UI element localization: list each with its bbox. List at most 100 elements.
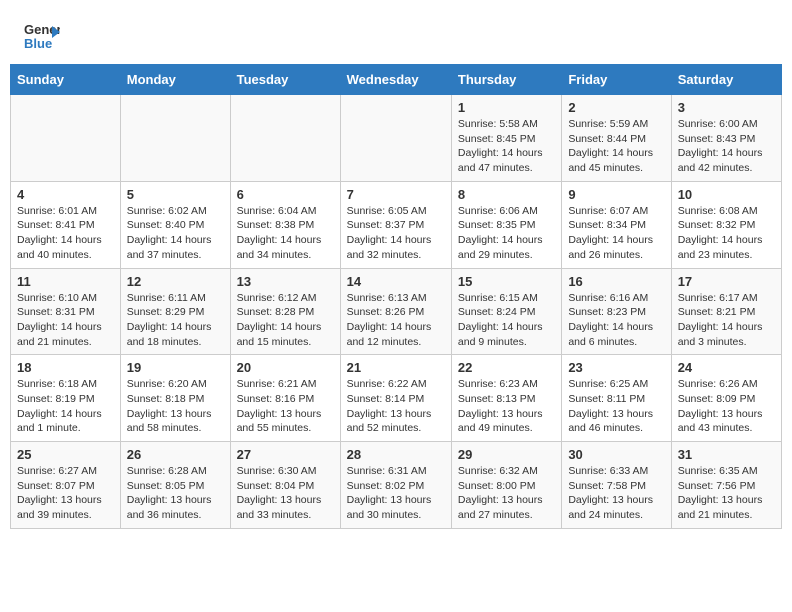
calendar-cell: 13 Sunrise: 6:12 AM Sunset: 8:28 PM Dayli… (230, 268, 340, 355)
calendar-cell: 21 Sunrise: 6:22 AM Sunset: 8:14 PM Dayli… (340, 355, 451, 442)
week-row-5: 25 Sunrise: 6:27 AM Sunset: 8:07 PM Dayli… (11, 442, 782, 529)
week-row-2: 4 Sunrise: 6:01 AM Sunset: 8:41 PM Daylig… (11, 181, 782, 268)
day-number: 7 (347, 187, 445, 202)
day-info: Sunrise: 6:11 AM Sunset: 8:29 PM Dayligh… (127, 291, 224, 350)
calendar-cell: 4 Sunrise: 6:01 AM Sunset: 8:41 PM Daylig… (11, 181, 121, 268)
calendar-cell: 14 Sunrise: 6:13 AM Sunset: 8:26 PM Dayli… (340, 268, 451, 355)
day-number: 12 (127, 274, 224, 289)
day-number: 5 (127, 187, 224, 202)
day-number: 1 (458, 100, 555, 115)
day-info: Sunrise: 5:58 AM Sunset: 8:45 PM Dayligh… (458, 117, 555, 176)
calendar-cell: 29 Sunrise: 6:32 AM Sunset: 8:00 PM Dayli… (451, 442, 561, 529)
calendar-cell: 8Sunrise: 6:06 AM Sunset: 8:35 PM Daylig… (451, 181, 561, 268)
day-number: 21 (347, 360, 445, 375)
day-info: Sunrise: 6:12 AM Sunset: 8:28 PM Dayligh… (237, 291, 334, 350)
day-number: 24 (678, 360, 775, 375)
day-header-friday: Friday (562, 65, 671, 95)
day-info: Sunrise: 6:15 AM Sunset: 8:24 PM Dayligh… (458, 291, 555, 350)
day-number: 2 (568, 100, 664, 115)
logo-icon: General Blue (24, 18, 60, 54)
week-row-3: 11 Sunrise: 6:10 AM Sunset: 8:31 PM Dayli… (11, 268, 782, 355)
calendar-cell: 5 Sunrise: 6:02 AM Sunset: 8:40 PM Daylig… (120, 181, 230, 268)
calendar-cell: 28Sunrise: 6:31 AM Sunset: 8:02 PM Dayli… (340, 442, 451, 529)
day-number: 14 (347, 274, 445, 289)
day-header-saturday: Saturday (671, 65, 781, 95)
day-number: 26 (127, 447, 224, 462)
day-number: 18 (17, 360, 114, 375)
day-info: Sunrise: 6:22 AM Sunset: 8:14 PM Dayligh… (347, 377, 445, 436)
svg-text:Blue: Blue (24, 36, 52, 51)
day-info: Sunrise: 6:00 AM Sunset: 8:43 PM Dayligh… (678, 117, 775, 176)
calendar-cell: 20Sunrise: 6:21 AM Sunset: 8:16 PM Dayli… (230, 355, 340, 442)
day-info: Sunrise: 6:25 AM Sunset: 8:11 PM Dayligh… (568, 377, 664, 436)
day-info: Sunrise: 6:08 AM Sunset: 8:32 PM Dayligh… (678, 204, 775, 263)
calendar-cell: 23 Sunrise: 6:25 AM Sunset: 8:11 PM Dayli… (562, 355, 671, 442)
day-number: 17 (678, 274, 775, 289)
calendar-cell: 1 Sunrise: 5:58 AM Sunset: 8:45 PM Daylig… (451, 95, 561, 182)
day-info: Sunrise: 6:13 AM Sunset: 8:26 PM Dayligh… (347, 291, 445, 350)
day-number: 27 (237, 447, 334, 462)
day-number: 13 (237, 274, 334, 289)
day-number: 30 (568, 447, 664, 462)
day-number: 29 (458, 447, 555, 462)
day-info: Sunrise: 5:59 AM Sunset: 8:44 PM Dayligh… (568, 117, 664, 176)
day-info: Sunrise: 6:20 AM Sunset: 8:18 PM Dayligh… (127, 377, 224, 436)
calendar-cell: 17 Sunrise: 6:17 AM Sunset: 8:21 PM Dayli… (671, 268, 781, 355)
day-info: Sunrise: 6:32 AM Sunset: 8:00 PM Dayligh… (458, 464, 555, 523)
calendar-cell: 12 Sunrise: 6:11 AM Sunset: 8:29 PM Dayli… (120, 268, 230, 355)
calendar-cell: 3 Sunrise: 6:00 AM Sunset: 8:43 PM Daylig… (671, 95, 781, 182)
day-number: 9 (568, 187, 664, 202)
day-number: 4 (17, 187, 114, 202)
day-info: Sunrise: 6:35 AM Sunset: 7:56 PM Dayligh… (678, 464, 775, 523)
day-info: Sunrise: 6:16 AM Sunset: 8:23 PM Dayligh… (568, 291, 664, 350)
day-number: 3 (678, 100, 775, 115)
calendar-cell: 30 Sunrise: 6:33 AM Sunset: 7:58 PM Dayli… (562, 442, 671, 529)
day-number: 31 (678, 447, 775, 462)
day-info: Sunrise: 6:33 AM Sunset: 7:58 PM Dayligh… (568, 464, 664, 523)
calendar-cell: 11 Sunrise: 6:10 AM Sunset: 8:31 PM Dayli… (11, 268, 121, 355)
day-number: 15 (458, 274, 555, 289)
day-info: Sunrise: 6:10 AM Sunset: 8:31 PM Dayligh… (17, 291, 114, 350)
day-number: 23 (568, 360, 664, 375)
day-info: Sunrise: 6:06 AM Sunset: 8:35 PM Dayligh… (458, 204, 555, 263)
day-info: Sunrise: 6:28 AM Sunset: 8:05 PM Dayligh… (127, 464, 224, 523)
day-info: Sunrise: 6:27 AM Sunset: 8:07 PM Dayligh… (17, 464, 114, 523)
day-info: Sunrise: 6:17 AM Sunset: 8:21 PM Dayligh… (678, 291, 775, 350)
header-row: SundayMondayTuesdayWednesdayThursdayFrid… (11, 65, 782, 95)
calendar-cell: 9 Sunrise: 6:07 AM Sunset: 8:34 PM Daylig… (562, 181, 671, 268)
calendar-cell: 25 Sunrise: 6:27 AM Sunset: 8:07 PM Dayli… (11, 442, 121, 529)
calendar-cell (11, 95, 121, 182)
day-header-sunday: Sunday (11, 65, 121, 95)
day-number: 22 (458, 360, 555, 375)
day-info: Sunrise: 6:07 AM Sunset: 8:34 PM Dayligh… (568, 204, 664, 263)
day-info: Sunrise: 6:21 AM Sunset: 8:16 PM Dayligh… (237, 377, 334, 436)
day-header-wednesday: Wednesday (340, 65, 451, 95)
calendar-cell: 26 Sunrise: 6:28 AM Sunset: 8:05 PM Dayli… (120, 442, 230, 529)
day-info: Sunrise: 6:02 AM Sunset: 8:40 PM Dayligh… (127, 204, 224, 263)
day-number: 11 (17, 274, 114, 289)
day-number: 25 (17, 447, 114, 462)
day-info: Sunrise: 6:05 AM Sunset: 8:37 PM Dayligh… (347, 204, 445, 263)
day-info: Sunrise: 6:23 AM Sunset: 8:13 PM Dayligh… (458, 377, 555, 436)
day-header-tuesday: Tuesday (230, 65, 340, 95)
day-info: Sunrise: 6:04 AM Sunset: 8:38 PM Dayligh… (237, 204, 334, 263)
week-row-4: 18Sunrise: 6:18 AM Sunset: 8:19 PM Dayli… (11, 355, 782, 442)
week-row-1: 1 Sunrise: 5:58 AM Sunset: 8:45 PM Daylig… (11, 95, 782, 182)
calendar-cell (230, 95, 340, 182)
calendar-cell (340, 95, 451, 182)
day-info: Sunrise: 6:30 AM Sunset: 8:04 PM Dayligh… (237, 464, 334, 523)
calendar-cell: 2 Sunrise: 5:59 AM Sunset: 8:44 PM Daylig… (562, 95, 671, 182)
calendar-cell: 22 Sunrise: 6:23 AM Sunset: 8:13 PM Dayli… (451, 355, 561, 442)
calendar-cell: 6Sunrise: 6:04 AM Sunset: 8:38 PM Daylig… (230, 181, 340, 268)
day-info: Sunrise: 6:01 AM Sunset: 8:41 PM Dayligh… (17, 204, 114, 263)
day-number: 10 (678, 187, 775, 202)
calendar-table: SundayMondayTuesdayWednesdayThursdayFrid… (10, 64, 782, 529)
calendar-cell: 15 Sunrise: 6:15 AM Sunset: 8:24 PM Dayli… (451, 268, 561, 355)
day-info: Sunrise: 6:26 AM Sunset: 8:09 PM Dayligh… (678, 377, 775, 436)
day-header-monday: Monday (120, 65, 230, 95)
calendar-wrapper: SundayMondayTuesdayWednesdayThursdayFrid… (0, 64, 792, 539)
calendar-cell: 24 Sunrise: 6:26 AM Sunset: 8:09 PM Dayli… (671, 355, 781, 442)
day-header-thursday: Thursday (451, 65, 561, 95)
calendar-cell: 16 Sunrise: 6:16 AM Sunset: 8:23 PM Dayli… (562, 268, 671, 355)
day-number: 16 (568, 274, 664, 289)
